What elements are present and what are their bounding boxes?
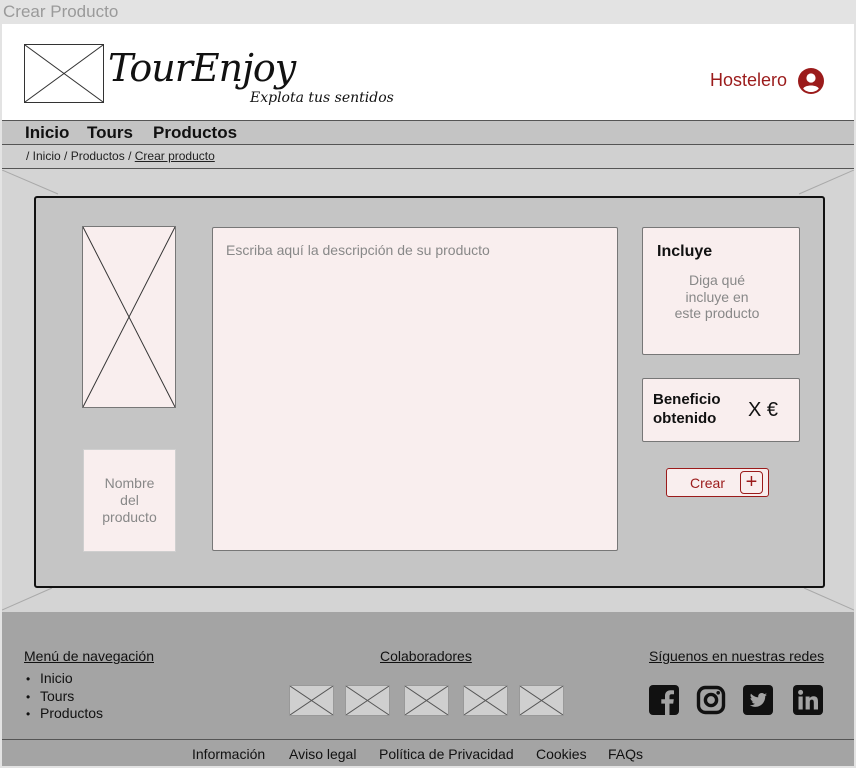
nav-item-tours[interactable]: Tours	[87, 123, 133, 143]
facebook-icon[interactable]	[649, 685, 679, 715]
footer-link-informacion[interactable]: Información	[192, 746, 265, 762]
benefit-label: Beneficio obtenido	[653, 391, 721, 427]
nav-item-productos[interactable]: Productos	[153, 123, 237, 143]
window-title: Crear Producto	[3, 2, 119, 21]
user-role-label[interactable]: Hostelero	[710, 70, 787, 91]
partner-logo[interactable]	[289, 685, 334, 716]
partner-logo[interactable]	[345, 685, 390, 716]
benefit-value: X €	[748, 399, 779, 421]
breadcrumb-item-productos[interactable]: Productos	[71, 149, 125, 163]
twitter-icon[interactable]	[743, 685, 773, 715]
footer-link-aviso-legal[interactable]: Aviso legal	[289, 746, 356, 762]
footer: Menú de navegación Inicio Tours Producto…	[2, 612, 854, 766]
partner-logo[interactable]	[404, 685, 449, 716]
footer-partners-heading: Colaboradores	[380, 648, 472, 664]
footer-bottom-bar: Información Aviso legal Política de Priv…	[2, 739, 854, 766]
footer-nav-item-inicio[interactable]: Inicio	[26, 670, 103, 688]
brand-name[interactable]: TourEnjoy	[108, 46, 296, 90]
create-product-panel: Nombre del producto Escriba aquí la desc…	[34, 196, 825, 588]
brand-tagline: Explota tus sentidos	[250, 90, 394, 106]
main-navbar: Inicio Tours Productos	[2, 120, 854, 145]
product-image-placeholder[interactable]	[82, 226, 176, 408]
logo-image-placeholder[interactable]	[24, 44, 104, 103]
linkedin-icon[interactable]	[793, 685, 823, 715]
footer-link-privacidad[interactable]: Política de Privacidad	[379, 746, 514, 762]
footer-link-faqs[interactable]: FAQs	[608, 746, 643, 762]
breadcrumb-item-inicio[interactable]: Inicio	[33, 149, 61, 163]
footer-nav-list: Inicio Tours Productos	[26, 670, 103, 723]
product-description-input[interactable]: Escriba aquí la descripción de su produc…	[212, 227, 618, 551]
footer-link-cookies[interactable]: Cookies	[536, 746, 587, 762]
breadcrumb-separator: /	[60, 149, 71, 163]
benefit-box: Beneficio obtenido X €	[642, 378, 800, 442]
product-description-placeholder: Escriba aquí la descripción de su produc…	[226, 242, 490, 258]
includes-input[interactable]: Diga qué incluye en este producto	[673, 272, 761, 322]
footer-nav-item-productos[interactable]: Productos	[26, 705, 103, 723]
partner-logo[interactable]	[463, 685, 508, 716]
includes-title: Incluye	[657, 243, 713, 260]
page: TourEnjoy Explota tus sentidos Hostelero…	[2, 24, 854, 766]
nav-item-inicio[interactable]: Inicio	[25, 123, 69, 143]
breadcrumb-current[interactable]: Crear producto	[135, 149, 215, 163]
includes-box: Incluye Diga qué incluye en este product…	[642, 227, 800, 355]
plus-icon: +	[740, 471, 763, 494]
product-name-placeholder: Nombre del producto	[102, 475, 157, 525]
breadcrumb-prefix: /	[26, 149, 33, 163]
create-button[interactable]: Crear +	[666, 468, 769, 497]
user-circle-icon[interactable]	[798, 68, 824, 94]
create-button-label: Crear	[690, 475, 726, 491]
product-name-input[interactable]: Nombre del producto	[83, 449, 176, 552]
partner-logo[interactable]	[519, 685, 564, 716]
footer-social-heading: Síguenos en nuestras redes	[649, 648, 825, 664]
header: TourEnjoy Explota tus sentidos Hostelero	[2, 24, 854, 120]
instagram-icon[interactable]	[696, 685, 726, 715]
breadcrumb-separator: /	[124, 149, 135, 163]
footer-nav-item-tours[interactable]: Tours	[26, 688, 103, 706]
breadcrumb: / Inicio / Productos / Crear producto	[2, 145, 854, 169]
footer-nav-heading: Menú de navegación	[24, 648, 154, 664]
